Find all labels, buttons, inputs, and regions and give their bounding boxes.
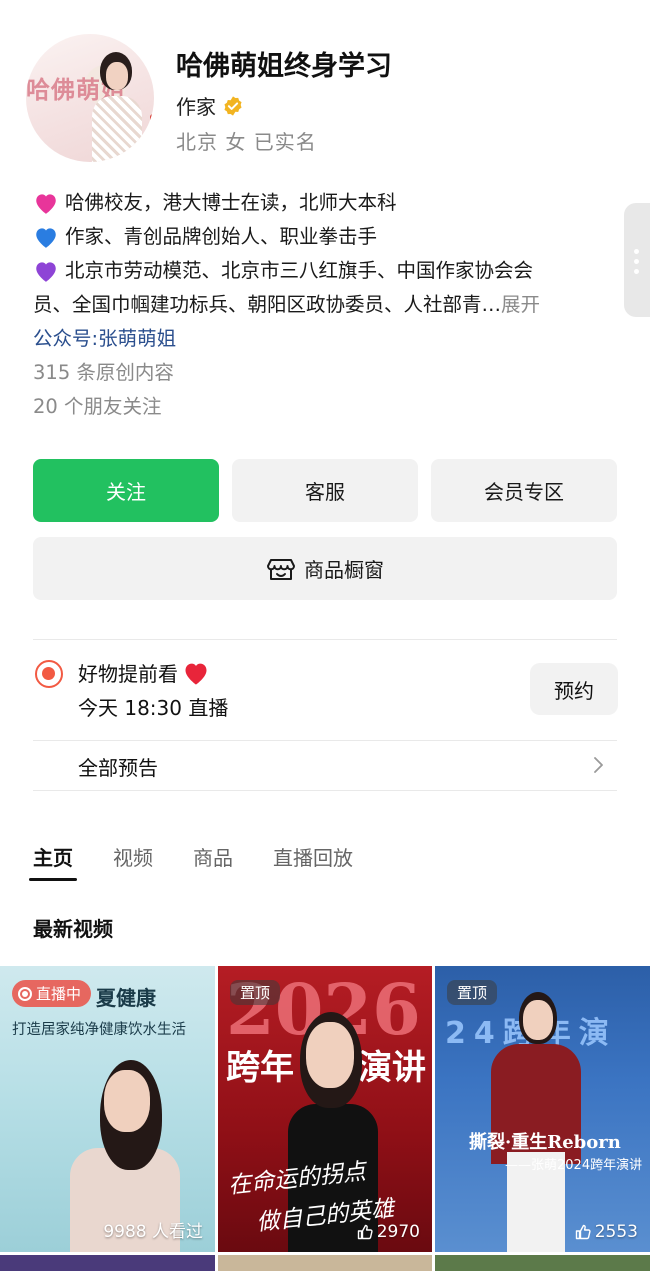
divider <box>33 790 617 791</box>
live-badge-label: 直播中 <box>36 985 82 1003</box>
thumbs-up-icon <box>357 1224 373 1240</box>
live-icon <box>18 986 32 1001</box>
live-badge: 直播中 <box>12 980 92 1007</box>
divider <box>33 639 617 640</box>
like-count-value: 2970 <box>376 1222 420 1242</box>
live-time: 今天 18:30 直播 <box>78 696 229 720</box>
tab-live-replay[interactable]: 直播回放 <box>273 842 353 871</box>
bio: 哈佛校友，港大博士在读，北师大本科 作家、青创品牌创始人、职业拳击手 北京市劳动… <box>33 186 618 424</box>
like-count: 2553 <box>575 1222 638 1242</box>
video-thumbnail[interactable]: 24跨年演 撕裂·重生Reborn ——张萌2024跨年演讲 置顶 2553 <box>435 966 650 1252</box>
live-record-icon <box>35 660 63 688</box>
thumbs-up-icon <box>575 1224 591 1240</box>
pinned-badge: 置顶 <box>230 980 281 1005</box>
red-heart-icon <box>185 663 207 685</box>
friends-follow[interactable]: 20 个朋友关注 <box>33 390 618 424</box>
video-thumbnail[interactable] <box>218 1255 432 1271</box>
role-label: 作家 <box>176 95 216 119</box>
bio-line: 哈佛校友，港大博士在读，北师大本科 <box>33 186 618 220</box>
purple-heart-icon <box>36 262 56 282</box>
profile-location: 北京 女 已实名 <box>176 130 317 154</box>
thumbnail-title: 撕裂·重生Reborn <box>469 1132 621 1153</box>
profile-name: 哈佛萌姐终身学习 <box>176 51 392 82</box>
pink-heart-icon <box>36 194 56 214</box>
thumbnail-subtitle: 打造居家纯净健康饮水生活 <box>12 1022 186 1038</box>
official-account-prefix: 公众号: <box>33 327 99 350</box>
video-thumbnail[interactable]: 夏健康 打造居家纯净健康饮水生活 直播中 9988 人看过 <box>0 966 215 1252</box>
video-thumbnail[interactable] <box>0 1255 215 1271</box>
pinned-badge: 置顶 <box>447 980 498 1005</box>
bio-line-3: 北京市劳动模范、北京市三八红旗手、中国作家协会会 <box>65 259 534 282</box>
thumbnail-title: 夏健康 <box>96 986 156 1010</box>
shop-window-button[interactable]: 商品橱窗 <box>33 537 617 600</box>
thumbnail-person <box>485 992 585 1252</box>
avatar[interactable]: 哈佛萌姐 <box>26 34 154 162</box>
bio-line: 作家、青创品牌创始人、职业拳击手 <box>33 220 618 254</box>
shop-window-icon <box>267 558 295 580</box>
video-thumbnail[interactable]: 2026 跨年 演讲 在命运的拐点 做自己的英雄 置顶 2970 <box>218 966 432 1252</box>
tab-home[interactable]: 主页 <box>29 842 77 881</box>
tab-products[interactable]: 商品 <box>193 842 233 871</box>
bio-line-1: 哈佛校友，港大博士在读，北师大本科 <box>65 191 397 214</box>
customer-service-button[interactable]: 客服 <box>232 459 418 522</box>
like-count-value: 2553 <box>594 1222 638 1242</box>
section-title: 最新视频 <box>33 917 113 941</box>
thumbnail-subtitle: ——张萌2024跨年演讲 <box>505 1158 643 1173</box>
follow-button[interactable]: 关注 <box>33 459 219 522</box>
shop-window-label: 商品橱窗 <box>304 558 384 582</box>
video-thumbnail[interactable] <box>435 1255 650 1271</box>
profile-role: 作家 <box>176 91 244 120</box>
verified-icon <box>224 95 242 116</box>
profile-tabs: 主页 视频 商品 直播回放 <box>29 842 393 881</box>
side-menu-handle[interactable] <box>624 203 650 317</box>
blue-heart-icon <box>36 228 56 248</box>
bio-line-4: 员、全国巾帼建功标兵、朝阳区政协委员、人社部青… <box>33 293 502 316</box>
all-preview-link[interactable]: 全部预告 <box>78 752 158 781</box>
expand-link[interactable]: 展开 <box>501 288 540 322</box>
official-account-line[interactable]: 公众号: 张萌萌姐 <box>33 322 618 356</box>
like-count: 2970 <box>357 1222 420 1242</box>
live-title[interactable]: 好物提前看 <box>78 658 210 687</box>
original-count[interactable]: 315 条原创内容 <box>33 356 618 390</box>
view-count: 9988 人看过 <box>103 1222 203 1242</box>
avatar-person <box>92 52 154 162</box>
official-account-link[interactable]: 张萌萌姐 <box>98 322 176 356</box>
bio-line: 北京市劳动模范、北京市三八红旗手、中国作家协会会 <box>33 254 618 288</box>
chevron-right-icon[interactable] <box>592 756 604 774</box>
member-zone-button[interactable]: 会员专区 <box>431 459 617 522</box>
bio-line-2: 作家、青创品牌创始人、职业拳击手 <box>65 225 378 248</box>
live-title-text: 好物提前看 <box>78 662 178 686</box>
divider <box>33 740 617 741</box>
tab-videos[interactable]: 视频 <box>113 842 153 871</box>
bio-line: 员、全国巾帼建功标兵、朝阳区政协委员、人社部青… 展开 <box>33 288 618 322</box>
book-button[interactable]: 预约 <box>530 663 618 715</box>
